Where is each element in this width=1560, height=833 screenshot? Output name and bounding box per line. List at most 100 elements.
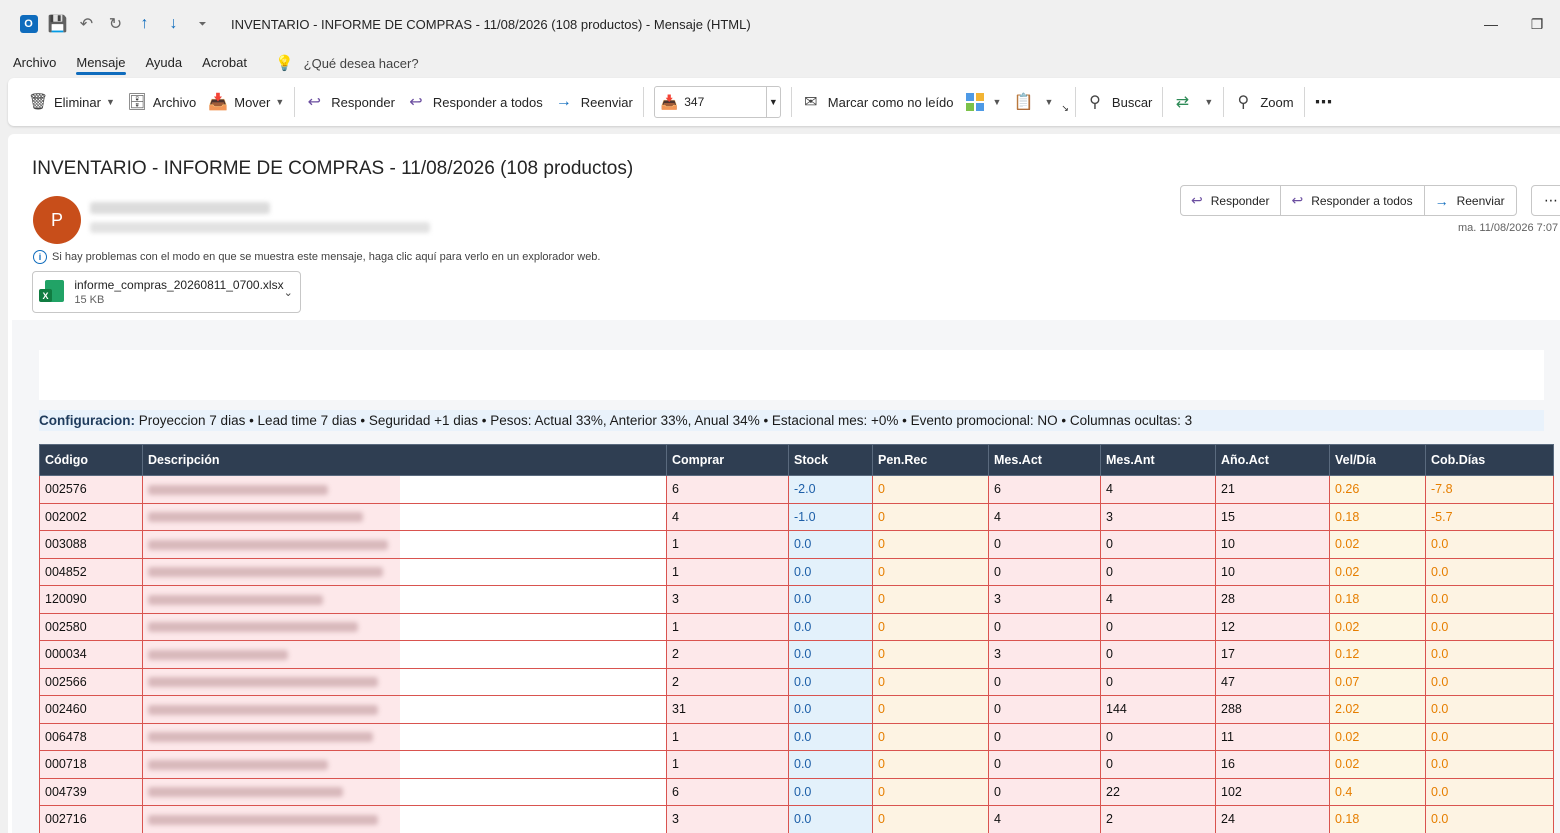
cell-codigo: 000034: [39, 640, 143, 669]
table-header-row: Código Descripción Comprar Stock Pen.Rec…: [39, 444, 1554, 476]
separator: [1162, 87, 1164, 117]
cell-penrec: 0: [872, 805, 989, 833]
reply-all-icon: ↩: [1291, 192, 1304, 208]
cell-anoact: 16: [1215, 750, 1330, 779]
attachment-card[interactable]: X informe_compras_20260811_0700.xlsx 15 …: [32, 271, 301, 313]
zoom-button[interactable]: ⚲ Zoom: [1228, 85, 1299, 119]
avatar[interactable]: P: [33, 196, 81, 244]
cell-anoact: 17: [1215, 640, 1330, 669]
col-veldia: Vel/Día: [1329, 444, 1426, 476]
cell-penrec: 0: [872, 557, 989, 586]
cell-anoact: 28: [1215, 585, 1330, 614]
tab-ayuda[interactable]: Ayuda: [146, 48, 183, 78]
reply-button[interactable]: ↩ Responder: [1181, 186, 1282, 215]
customize-toolbar-icon[interactable]: ⏷: [188, 9, 217, 39]
cell-cobdias: -5.7: [1425, 502, 1554, 531]
mark-unread-button[interactable]: ✉ Marcar como no leído: [796, 85, 960, 119]
quick-steps-combo[interactable]: 📥 347 ▼: [653, 86, 781, 118]
undo-icon[interactable]: ↶: [72, 9, 101, 39]
cell-penrec: 0: [872, 667, 989, 696]
cell-codigo: 002576: [39, 475, 143, 504]
description-redacted: [148, 787, 343, 798]
cell-mesant: 4: [1100, 585, 1216, 614]
description-whiteout: [400, 613, 666, 640]
reply-button[interactable]: ↩ Responder: [299, 85, 401, 119]
cell-mesact: 4: [988, 805, 1101, 833]
reply-all-icon: ↩: [409, 94, 423, 111]
cell-penrec: 0: [872, 640, 989, 669]
previous-item-icon[interactable]: ↑: [130, 9, 159, 39]
cell-anoact: 24: [1215, 805, 1330, 833]
categorize-button[interactable]: ▼: [960, 85, 1008, 119]
redo-icon[interactable]: ↻: [101, 9, 130, 39]
recipients-redacted: [90, 222, 430, 233]
browser-view-notice[interactable]: i Si hay problemas con el modo en que se…: [33, 250, 601, 264]
rules-button[interactable]: 📋 ▼: [1007, 85, 1059, 119]
reply-all-button[interactable]: ↩ Responder a todos: [1281, 186, 1425, 215]
search-button[interactable]: ⚲ Buscar: [1080, 85, 1158, 119]
col-comprar: Comprar: [666, 444, 789, 476]
message-body: Configuracion: Proyeccion 7 dias • Lead …: [12, 320, 1560, 833]
categorize-icon: [965, 93, 984, 111]
description-redacted: [148, 649, 288, 660]
lightbulb-icon: 💡: [274, 55, 294, 72]
cell-veldia: 0.02: [1329, 722, 1426, 751]
cell-mesant: 0: [1100, 667, 1216, 696]
delete-button[interactable]: 🗑 Eliminar ▼: [22, 85, 121, 119]
cell-cobdias: 0.0: [1425, 750, 1554, 779]
tab-acrobat[interactable]: Acrobat: [202, 48, 247, 78]
description-redacted: [148, 677, 378, 688]
cell-penrec: 0: [872, 750, 989, 779]
chevron-down-icon[interactable]: ⌄: [284, 286, 300, 299]
chevron-down-icon[interactable]: ▼: [765, 87, 780, 117]
cell-mesact: 6: [988, 475, 1101, 504]
forward-button[interactable]: → Reenviar: [1425, 186, 1516, 215]
cell-mesant: 0: [1100, 640, 1216, 669]
cell-cobdias: 0.0: [1425, 722, 1554, 751]
cell-descripcion: [142, 557, 667, 586]
reply-all-label: Responder a todos: [432, 94, 543, 110]
cell-mesact: 0: [988, 530, 1101, 559]
tell-me-search[interactable]: ¿Qué desea hacer?: [304, 56, 419, 71]
envelope-icon: ✉: [804, 94, 818, 111]
forward-button[interactable]: → Reenviar: [549, 85, 639, 119]
cell-penrec: 0: [872, 530, 989, 559]
archive-button[interactable]: 🗄 Archivo: [121, 85, 202, 119]
table-row: 000718 1 0.0 0 0 0 16 0.02 0.0: [39, 750, 1554, 779]
archive-icon: 🗄: [126, 94, 148, 111]
description-redacted: [148, 484, 328, 495]
cell-codigo: 002580: [39, 612, 143, 641]
quick-step-icon: 📥: [660, 93, 679, 110]
description-whiteout: [400, 586, 666, 613]
separator: [1074, 87, 1076, 117]
cell-stock: 0.0: [788, 667, 873, 696]
cell-comprar: 1: [666, 557, 789, 586]
sender-redacted: [90, 202, 270, 214]
cell-comprar: 3: [666, 805, 789, 833]
restore-button[interactable]: ❐: [1514, 0, 1560, 48]
more-actions-button[interactable]: ⋯: [1531, 185, 1560, 216]
col-descripcion: Descripción: [142, 444, 667, 476]
ribbon-launcher-button[interactable]: ↘: [1059, 90, 1071, 114]
cell-descripcion: [142, 722, 667, 751]
minimize-button[interactable]: —: [1468, 0, 1514, 48]
next-item-icon[interactable]: ↓: [159, 9, 188, 39]
cell-stock: -2.0: [788, 475, 873, 504]
chevron-down-icon: ▼: [992, 97, 1002, 107]
translate-button[interactable]: ⇄ ▼: [1167, 85, 1219, 119]
cell-mesact: 0: [988, 722, 1101, 751]
tab-mensaje[interactable]: Mensaje: [76, 48, 126, 78]
reply-all-button[interactable]: ↩ Responder a todos: [401, 85, 549, 119]
move-button[interactable]: 📥 Mover ▼: [202, 85, 290, 119]
description-whiteout: [400, 641, 666, 668]
cell-mesant: 0: [1100, 612, 1216, 641]
cell-comprar: 31: [666, 695, 789, 724]
message-subject: INVENTARIO - INFORME DE COMPRAS - 11/08/…: [32, 158, 634, 179]
tab-archivo[interactable]: Archivo: [13, 48, 56, 78]
cell-codigo: 004852: [39, 557, 143, 586]
save-icon[interactable]: 💾: [43, 9, 72, 39]
table-row: 004852 1 0.0 0 0 0 10 0.02 0.0: [39, 557, 1554, 586]
more-options-button[interactable]: ⋯: [1309, 85, 1339, 119]
description-redacted: [148, 512, 363, 523]
cell-penrec: 0: [872, 777, 989, 806]
